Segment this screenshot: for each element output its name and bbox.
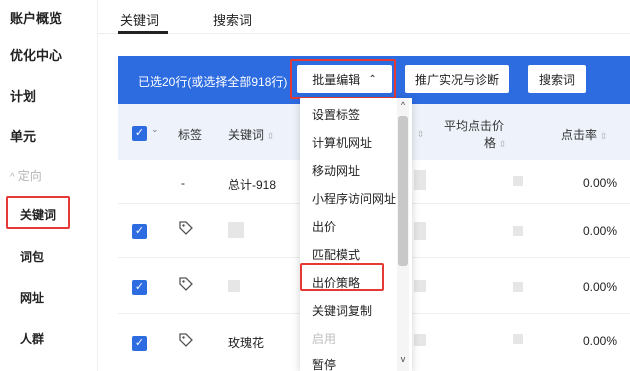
- menu-item-miniprogram-url[interactable]: 小程序访问网址: [312, 190, 396, 207]
- header-keyword[interactable]: 关键词 ⇳: [228, 126, 275, 143]
- batch-edit-dropdown: 设置标签 计算机网址 移动网址 小程序访问网址 出价 匹配模式 出价策略 关键词…: [300, 98, 412, 371]
- row-total-keyword: 总计-918: [228, 178, 277, 192]
- promo-diagnosis-button[interactable]: 推广实况与诊断: [405, 65, 509, 93]
- header-keyword-label: 关键词: [228, 128, 265, 142]
- tag-icon[interactable]: [178, 276, 194, 292]
- sort-icon[interactable]: ⇳: [414, 126, 425, 140]
- menu-item-enable: 启用: [312, 332, 337, 346]
- tab-bar: [98, 0, 630, 34]
- scroll-up-icon[interactable]: ^: [398, 100, 408, 110]
- row-keyword[interactable]: 玫瑰花: [228, 334, 264, 351]
- sidebar: 账户概览 优化中心 计划 单元 ^ 定向 关键词 词包 网址 人群: [0, 0, 98, 371]
- sidebar-item-optimization[interactable]: 优化中心: [10, 45, 62, 64]
- sidebar-item-targeting[interactable]: ^ 定向: [10, 167, 42, 184]
- blurred-cell: [414, 170, 426, 190]
- blurred-cell: [513, 226, 523, 236]
- menu-item-bid[interactable]: 出价: [312, 218, 336, 235]
- sidebar-item-account-overview[interactable]: 账户概览: [10, 8, 62, 27]
- menu-item-pause[interactable]: 暂停: [312, 356, 336, 371]
- header-avg-cpc-label: 平均点击价: [444, 119, 505, 133]
- blurred-cell: [414, 280, 426, 292]
- tag-icon[interactable]: [178, 332, 194, 348]
- header-ctr[interactable]: 点击率 ⇳: [561, 126, 608, 143]
- row-total-ctr: 0.00%: [583, 176, 618, 190]
- tab-keywords[interactable]: 关键词: [120, 10, 159, 29]
- page: 账户概览 优化中心 计划 单元 ^ 定向 关键词 词包 网址 人群 关键词 搜索词…: [0, 0, 630, 371]
- dropdown-scrollbar-thumb[interactable]: [398, 116, 408, 266]
- blurred-cell: [414, 334, 426, 346]
- chevron-up-icon: ^: [10, 172, 15, 183]
- menu-item-match-mode[interactable]: 匹配模式: [312, 246, 360, 263]
- row-total-tag: -: [181, 176, 185, 190]
- blurred-cell: [513, 176, 523, 186]
- row-checkbox[interactable]: ✓: [132, 336, 147, 351]
- tab-active-indicator: [118, 31, 168, 34]
- blurred-keyword: [228, 222, 244, 238]
- sidebar-item-word-package[interactable]: 词包: [20, 248, 44, 265]
- sidebar-item-targeting-label: 定向: [17, 169, 42, 183]
- sidebar-item-url[interactable]: 网址: [20, 289, 44, 306]
- selection-count[interactable]: 已选20行(或选择全部918行): [138, 73, 287, 90]
- header-avg-cpc-line2: 格 ⇳: [484, 136, 507, 150]
- row-checkbox[interactable]: ✓: [132, 280, 147, 295]
- header-tag: 标签: [178, 128, 203, 142]
- keywords-highlight-box: [6, 196, 70, 229]
- blurred-keyword: [228, 280, 240, 292]
- menu-item-pc-url[interactable]: 计算机网址: [312, 134, 372, 151]
- select-all-checkbox[interactable]: ✓: [132, 126, 147, 141]
- batch-edit-highlight-box: [290, 59, 396, 99]
- sort-icon[interactable]: ⇳: [600, 131, 608, 141]
- sidebar-item-plan[interactable]: 计划: [10, 86, 36, 105]
- search-terms-button[interactable]: 搜索词: [528, 65, 586, 93]
- tab-search-terms[interactable]: 搜索词: [213, 10, 252, 29]
- row-checkbox[interactable]: ✓: [132, 224, 147, 239]
- row-ctr: 0.00%: [583, 280, 618, 294]
- blurred-cell: [414, 222, 426, 240]
- scroll-down-icon[interactable]: v: [398, 354, 408, 364]
- sort-icon[interactable]: ⇳: [267, 131, 275, 141]
- menu-item-mobile-url[interactable]: 移动网址: [312, 162, 360, 179]
- chevron-down-icon[interactable]: ⌄: [151, 124, 159, 135]
- blurred-cell: [513, 282, 523, 292]
- header-ctr-label: 点击率: [561, 128, 598, 142]
- row-ctr: 0.00%: [583, 224, 618, 238]
- blurred-cell: [513, 334, 523, 344]
- menu-item-keyword-copy[interactable]: 关键词复制: [312, 302, 372, 319]
- menu-item-set-tag[interactable]: 设置标签: [312, 106, 360, 123]
- sort-icon[interactable]: ⇳: [499, 139, 507, 149]
- sidebar-item-unit[interactable]: 单元: [10, 126, 36, 145]
- tag-icon[interactable]: [178, 220, 194, 236]
- header-avg-cpc[interactable]: 平均点击价: [444, 117, 504, 134]
- row-ctr: 0.00%: [583, 334, 618, 348]
- bid-strategy-highlight-box: [300, 263, 384, 291]
- sidebar-item-audience[interactable]: 人群: [20, 330, 44, 347]
